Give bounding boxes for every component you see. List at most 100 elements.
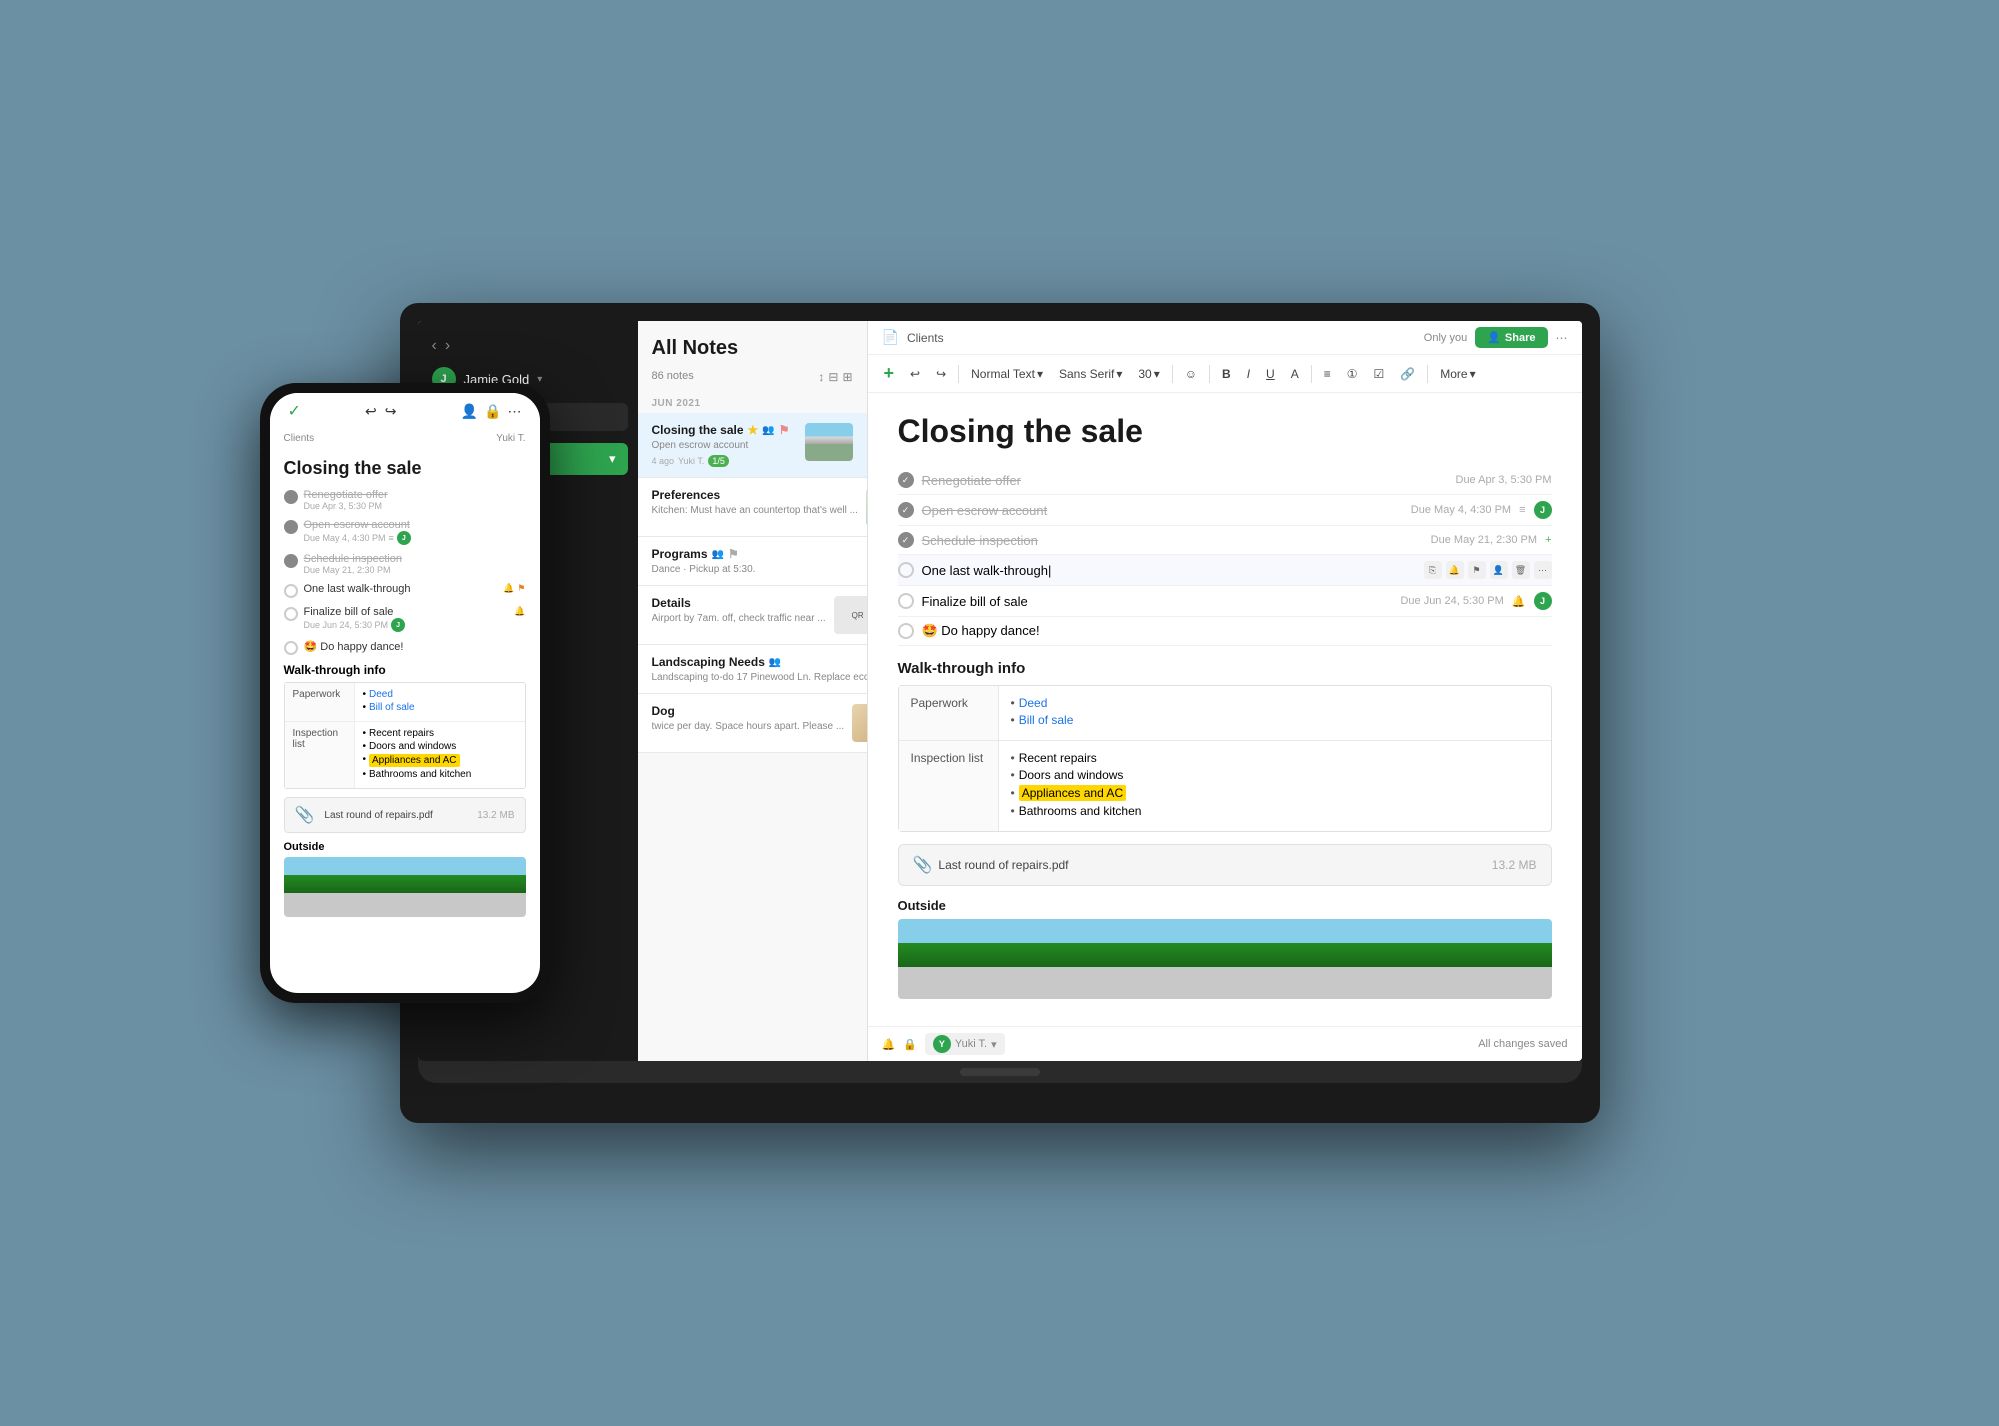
note-item-programs[interactable]: Programs 👥 ⚑ Dance · Pickup at 5:30. <box>638 537 867 586</box>
more-button[interactable]: More ▾ <box>1434 364 1481 384</box>
more-icon[interactable]: ⋯ <box>508 403 522 420</box>
breadcrumb[interactable]: Clients <box>907 331 944 345</box>
task-row-bill-of-sale[interactable]: Finalize bill of sale Due Jun 24, 5:30 P… <box>898 586 1552 617</box>
note-preview: Landscaping to-do 17 Pinewood Ln. Replac… <box>652 672 868 683</box>
note-item-closing-sale[interactable]: Closing the sale ★ 👥 ⚑ Open escrow accou… <box>638 413 867 478</box>
info-row-inspection: Inspection list Recent repairs Doors and… <box>899 741 1551 831</box>
task-checkbox[interactable]: ✓ <box>898 472 914 488</box>
redo-button[interactable]: ↪ <box>930 364 952 384</box>
laptop-screen: ‹ › J Jamie Gold ▾ 🔍 Search + New ▾ All … <box>418 321 1582 1061</box>
person-icon[interactable]: 👤 <box>1490 561 1508 579</box>
underline-button[interactable]: U <box>1260 364 1281 384</box>
phone-task-schedule[interactable]: Schedule inspection Due May 21, 2:30 PM <box>284 553 526 575</box>
phone-deed-link[interactable]: Deed <box>369 689 393 700</box>
undo-icon[interactable]: ↩ <box>365 403 377 420</box>
note-preview: Airport by 7am. off, check traffic near … <box>652 613 826 624</box>
phone-checkbox[interactable] <box>284 584 298 598</box>
phone-checkbox[interactable] <box>284 641 298 655</box>
person-icon[interactable]: 👤 <box>461 403 478 420</box>
notes-date-group: JUN 2021 <box>638 390 867 413</box>
bullet-list-button[interactable]: ≡ <box>1318 364 1337 384</box>
phone-walkthrough-title: Walk-through info <box>284 663 526 677</box>
copy-icon[interactable]: ⎘ <box>1424 561 1442 579</box>
laptop-notch <box>960 1068 1040 1076</box>
task-checkbox[interactable] <box>898 623 914 639</box>
note-item-dog[interactable]: Dog twice per day. Space hours apart. Pl… <box>638 694 867 753</box>
bell-icon[interactable]: 🔔 <box>882 1038 896 1051</box>
task-text: 🤩 Do happy dance! <box>922 623 1040 639</box>
redo-icon[interactable]: ↪ <box>385 403 397 420</box>
font-color-button[interactable]: A <box>1285 364 1305 384</box>
bell-icon: 🔔 <box>1512 595 1526 608</box>
phone-task-dance[interactable]: 🤩 Do happy dance! <box>284 640 526 655</box>
yuki-badge[interactable]: Y Yuki T. ▾ <box>925 1033 1005 1055</box>
task-row-inspection[interactable]: ✓ Schedule inspection Due May 21, 2:30 P… <box>898 526 1552 555</box>
task-checkbox[interactable] <box>898 593 914 609</box>
trash-icon[interactable]: 🗑 <box>1512 561 1530 579</box>
phone-task-renegotiate[interactable]: Renegotiate offer Due Apr 3, 5:30 PM <box>284 489 526 511</box>
checklist-button[interactable]: ☑ <box>1368 364 1391 384</box>
task-checkbox[interactable]: ✓ <box>898 502 914 518</box>
bill-of-sale-link[interactable]: Bill of sale <box>1019 713 1074 727</box>
nav-fwd-icon[interactable]: › <box>445 337 450 355</box>
deed-link[interactable]: Deed <box>1019 696 1048 710</box>
phone-pdf-attachment[interactable]: 📎 Last round of repairs.pdf 13.2 MB <box>284 797 526 833</box>
link-button[interactable]: 🔗 <box>1394 364 1421 384</box>
task-text: Open escrow account <box>922 503 1048 518</box>
avatar: Y <box>933 1035 951 1053</box>
bell-icon[interactable]: 🔒 <box>484 403 501 420</box>
bold-button[interactable]: B <box>1216 364 1237 384</box>
avatar: J <box>397 531 411 545</box>
font-dropdown[interactable]: Sans Serif ▾ <box>1053 364 1128 384</box>
task-text[interactable]: One last walk-through| <box>922 563 1052 578</box>
bell-icon[interactable]: 🔔 <box>1446 561 1464 579</box>
task-row-escrow[interactable]: ✓ Open escrow account Due May 4, 4:30 PM… <box>898 495 1552 526</box>
task-row-walkthrough[interactable]: One last walk-through| ⎘ 🔔 ⚑ 👤 🗑 ⋯ <box>898 555 1552 586</box>
phone-user: Yuki T. <box>496 433 525 444</box>
normal-text-dropdown[interactable]: Normal Text ▾ <box>965 364 1049 384</box>
phone-checkbox[interactable] <box>284 554 298 568</box>
lock-icon[interactable]: 🔒 <box>903 1038 917 1051</box>
undo-button[interactable]: ↩ <box>904 364 926 384</box>
task-action-icons: ⎘ 🔔 ⚑ 👤 🗑 ⋯ <box>1424 561 1552 579</box>
share-icon: 👤 <box>1487 331 1501 344</box>
phone-checkbox[interactable] <box>284 520 298 534</box>
task-checkbox[interactable] <box>898 562 914 578</box>
task-checkbox[interactable]: ✓ <box>898 532 914 548</box>
note-item-preferences[interactable]: Preferences Kitchen: Must have an counte… <box>638 478 867 537</box>
nav-back-icon[interactable]: ‹ <box>432 337 437 355</box>
pdf-attachment[interactable]: 📎 Last round of repairs.pdf 13.2 MB <box>898 844 1552 886</box>
phone-inspection-bathrooms: Bathrooms and kitchen <box>363 769 517 780</box>
phone-task-bill[interactable]: Finalize bill of sale Due Jun 24, 5:30 P… <box>284 606 526 632</box>
task-row-happy-dance[interactable]: 🤩 Do happy dance! <box>898 617 1552 646</box>
inspection-item-appliances: Appliances and AC <box>1011 785 1539 801</box>
editor-title[interactable]: Closing the sale <box>898 413 1552 450</box>
flag-icon[interactable]: ⚑ <box>1468 561 1486 579</box>
grid-icon[interactable]: ⊞ <box>842 370 852 384</box>
numbered-list-button[interactable]: ① <box>1341 364 1364 384</box>
walkthrough-section: Walk-through info Paperwork Deed Bill of… <box>898 660 1552 832</box>
phone-task-walkthrough[interactable]: One last walk-through 🔔 ⚑ <box>284 583 526 598</box>
note-item-details[interactable]: Details Airport by 7am. off, check traff… <box>638 586 867 645</box>
italic-button[interactable]: I <box>1241 364 1256 384</box>
more-icon[interactable]: ⋯ <box>1534 561 1552 579</box>
phone-bill-link[interactable]: Bill of sale <box>369 702 415 713</box>
note-item-landscaping[interactable]: Landscaping Needs 👥 Landscaping to-do 17… <box>638 645 867 694</box>
font-size-dropdown[interactable]: 30 ▾ <box>1132 364 1165 384</box>
phone-checkbox[interactable] <box>284 490 298 504</box>
notes-list-panel: All Notes 86 notes ↕ ⊟ ⊞ JUN 2021 Closin… <box>638 321 868 1061</box>
emoji-button[interactable]: ☺ <box>1179 364 1203 384</box>
filter-icons[interactable]: ↕ ⊟ ⊞ <box>818 370 852 384</box>
filter-icon[interactable]: ⊟ <box>828 370 838 384</box>
task-row-renegotiate[interactable]: ✓ Renegotiate offer Due Apr 3, 5:30 PM <box>898 466 1552 495</box>
more-icon[interactable]: ⋯ <box>1556 331 1568 345</box>
phone-checkbox[interactable] <box>284 607 298 621</box>
phone-info-row-inspection: Inspection list Recent repairs Doors and… <box>285 722 525 788</box>
toolbar-separator <box>1209 365 1210 383</box>
share-button[interactable]: 👤 Share <box>1475 327 1547 348</box>
add-icon[interactable]: + <box>1545 534 1551 546</box>
phone-task-escrow[interactable]: Open escrow account Due May 4, 4:30 PM ≡… <box>284 519 526 545</box>
phone-outside-image <box>284 857 526 917</box>
plus-button[interactable]: + <box>878 360 901 387</box>
sort-icon[interactable]: ↕ <box>818 370 824 384</box>
